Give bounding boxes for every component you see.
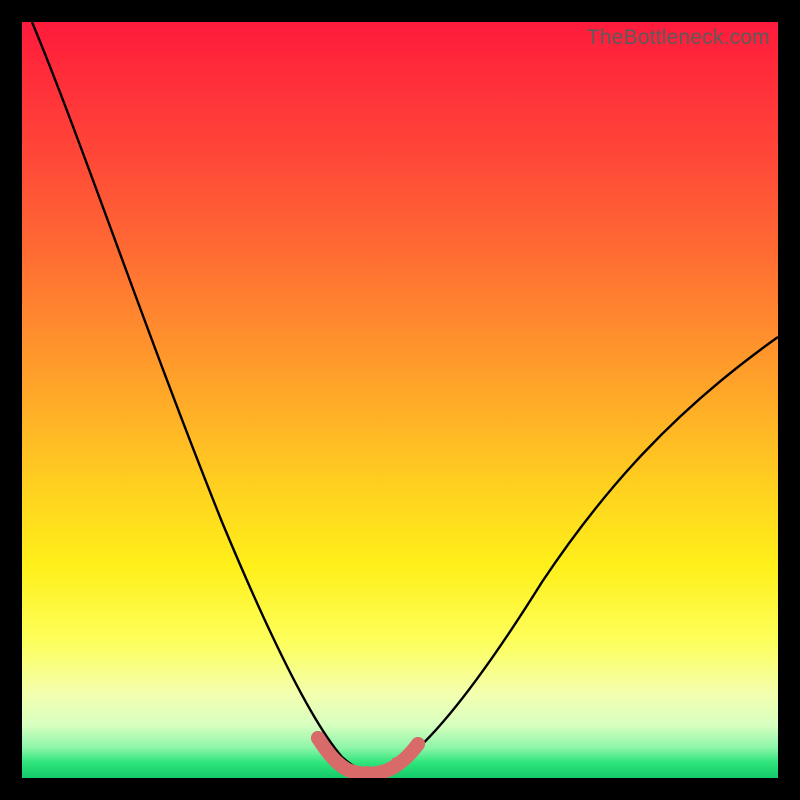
- chart-frame: TheBottleneck.com: [0, 0, 800, 800]
- highlight-dot: [331, 756, 345, 770]
- highlight-dot: [311, 731, 325, 745]
- highlight-dot: [390, 757, 404, 771]
- highlight-dot: [411, 737, 425, 751]
- bottleneck-curve: [22, 22, 778, 778]
- curve-path: [32, 22, 778, 770]
- plot-area: TheBottleneck.com: [22, 22, 778, 778]
